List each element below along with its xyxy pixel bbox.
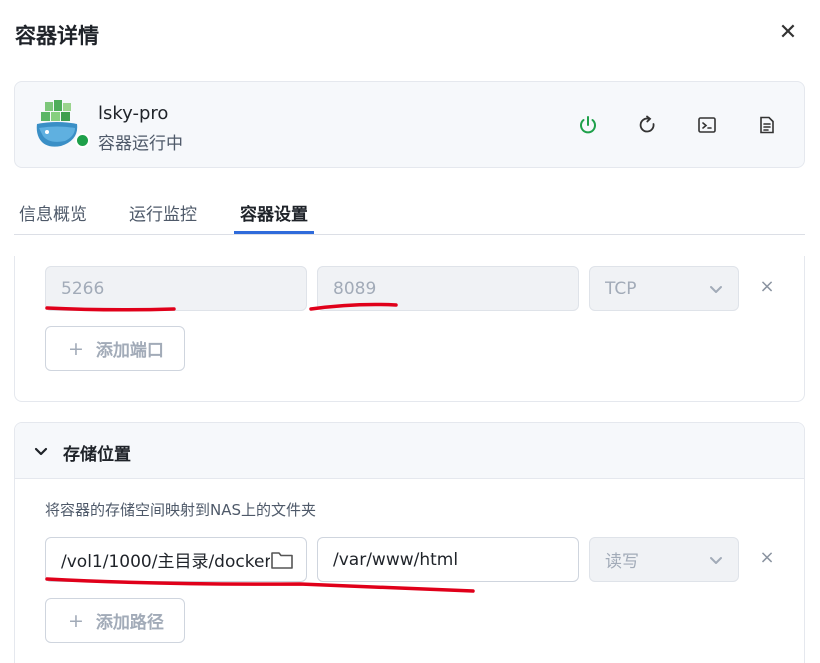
storage-section-title: 存储位置 <box>63 445 131 465</box>
dialog-title: 容器详情 <box>15 24 99 48</box>
host-path-field[interactable]: /vol1/1000/主目录/docker <box>45 537 307 582</box>
log-button[interactable] <box>755 113 779 137</box>
mount-mode-value: 读写 <box>605 552 639 572</box>
active-tab-indicator <box>234 231 314 234</box>
storage-section-header[interactable]: 存储位置 <box>15 423 804 479</box>
add-path-label: 添加路径 <box>95 613 164 633</box>
chevron-down-icon <box>710 286 722 293</box>
storage-description: 将容器的存储空间映射到NAS上的文件夹 <box>45 501 317 519</box>
container-status: 容器运行中 <box>98 134 183 154</box>
restart-button[interactable] <box>635 113 659 137</box>
container-port-field[interactable]: 8089 <box>317 266 579 311</box>
mount-mode-select[interactable]: 读写 <box>589 537 739 582</box>
chevron-down-icon <box>710 557 722 564</box>
container-path-value: /var/www/html <box>333 549 459 570</box>
protocol-value: TCP <box>605 278 637 299</box>
terminal-icon <box>698 117 716 133</box>
whale-container-icon <box>35 100 79 150</box>
remove-port-button[interactable]: × <box>759 276 775 297</box>
remove-path-button[interactable]: × <box>759 547 775 568</box>
log-file-icon <box>760 116 774 134</box>
chevron-down-icon <box>34 447 48 456</box>
plus-icon: + <box>68 609 84 632</box>
add-path-button[interactable]: + 添加路径 <box>45 598 185 643</box>
container-path-field[interactable]: /var/www/html <box>317 537 579 582</box>
container-port-value: 8089 <box>333 278 377 299</box>
protocol-select[interactable]: TCP <box>589 266 739 311</box>
container-name: lsky-pro <box>98 103 169 124</box>
tab-settings[interactable]: 容器设置 <box>240 200 308 225</box>
restart-icon <box>639 115 655 133</box>
close-button[interactable]: ✕ <box>776 20 800 46</box>
host-port-field[interactable]: 5266 <box>45 266 307 311</box>
terminal-button[interactable] <box>695 113 719 137</box>
folder-icon[interactable] <box>270 549 294 571</box>
add-port-label: 添加端口 <box>95 341 164 361</box>
host-port-value: 5266 <box>61 278 105 299</box>
container-summary-card: lsky-pro 容器运行中 <box>14 81 805 168</box>
add-port-button[interactable]: + 添加端口 <box>45 326 185 371</box>
power-button[interactable] <box>576 113 600 137</box>
tab-overview[interactable]: 信息概览 <box>19 200 87 225</box>
power-icon <box>580 116 596 134</box>
tab-bar: 信息概览 运行监控 容器设置 <box>14 190 805 235</box>
running-status-dot <box>75 133 90 148</box>
plus-icon: + <box>68 337 84 360</box>
tab-monitor[interactable]: 运行监控 <box>129 200 197 225</box>
